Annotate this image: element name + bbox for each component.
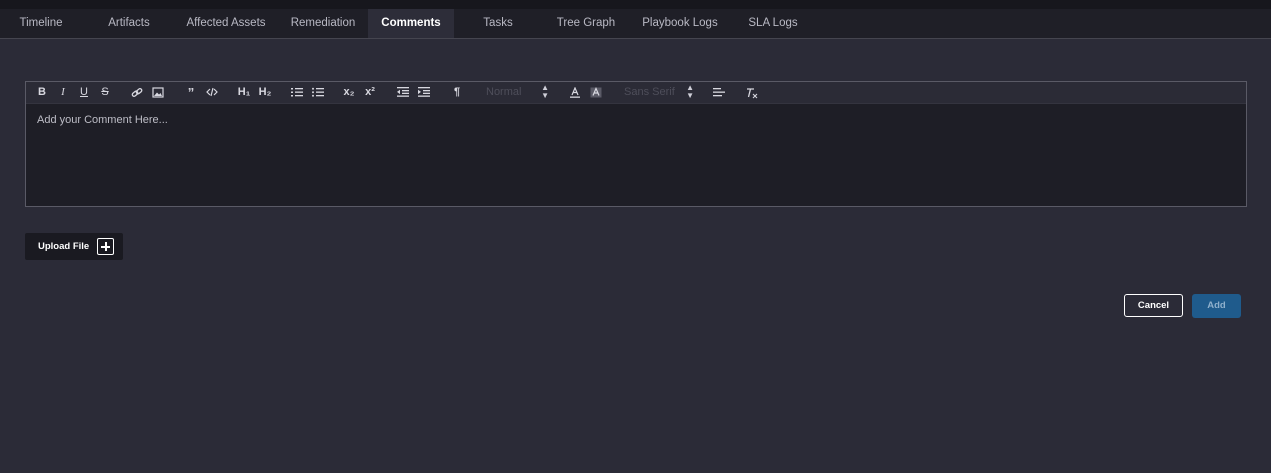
- subscript-button[interactable]: x₂: [342, 84, 356, 101]
- background-color-icon[interactable]: [589, 84, 603, 101]
- tab-affected-assets[interactable]: Affected Assets: [178, 9, 274, 38]
- indent-icon[interactable]: [417, 84, 431, 101]
- tab-remediation[interactable]: Remediation: [284, 9, 362, 38]
- font-select-value: Sans Serif: [624, 86, 675, 98]
- tab-bar: Timeline Artifacts Affected Assets Remed…: [0, 9, 1271, 39]
- select-arrows-icon: ▲ ▼: [686, 83, 694, 100]
- add-button[interactable]: Add: [1192, 294, 1241, 318]
- select-arrows-icon: ▲ ▼: [541, 83, 549, 100]
- tab-timeline[interactable]: Timeline: [8, 9, 74, 38]
- upload-file-button[interactable]: Upload File: [25, 233, 123, 260]
- font-select[interactable]: Sans Serif ▲ ▼: [624, 84, 694, 101]
- clear-formatting-icon[interactable]: [744, 84, 760, 101]
- size-select-value: Normal: [486, 86, 522, 98]
- top-strip: [0, 0, 1271, 9]
- code-icon[interactable]: [205, 84, 219, 101]
- outdent-icon[interactable]: [396, 84, 410, 101]
- text-color-icon[interactable]: [568, 84, 582, 101]
- link-icon[interactable]: [130, 84, 144, 101]
- plus-icon: [97, 238, 114, 255]
- bullet-list-icon[interactable]: [311, 84, 325, 101]
- size-select[interactable]: Normal ▲ ▼: [486, 84, 549, 101]
- heading-2-button[interactable]: H₂: [257, 84, 273, 101]
- tab-sla-logs[interactable]: SLA Logs: [740, 9, 806, 38]
- italic-button[interactable]: I: [57, 84, 69, 101]
- comment-editor: B I U S ” H₁ H₂ x₂ x² ¶ Normal ▲ ▼ Sans …: [25, 81, 1247, 207]
- tab-artifacts[interactable]: Artifacts: [96, 9, 162, 38]
- cancel-button[interactable]: Cancel: [1124, 294, 1183, 317]
- comment-input[interactable]: Add your Comment Here...: [37, 114, 168, 126]
- superscript-button[interactable]: x²: [363, 84, 377, 101]
- underline-button[interactable]: U: [78, 84, 90, 101]
- ordered-list-icon[interactable]: [290, 84, 304, 101]
- editor-toolbar: B I U S ” H₁ H₂ x₂ x² ¶ Normal ▲ ▼ Sans …: [26, 82, 1246, 104]
- tab-tree-graph[interactable]: Tree Graph: [548, 9, 624, 38]
- align-icon[interactable]: [712, 84, 726, 101]
- text-direction-button[interactable]: ¶: [450, 84, 464, 101]
- tab-tasks[interactable]: Tasks: [468, 9, 528, 38]
- strike-button[interactable]: S: [99, 84, 111, 101]
- tab-comments[interactable]: Comments: [368, 9, 454, 38]
- image-icon[interactable]: [151, 84, 165, 101]
- bold-button[interactable]: B: [36, 84, 48, 101]
- blockquote-icon[interactable]: ”: [184, 84, 198, 101]
- upload-file-label: Upload File: [38, 241, 90, 252]
- heading-1-button[interactable]: H₁: [236, 84, 252, 101]
- tab-playbook-logs[interactable]: Playbook Logs: [636, 9, 724, 38]
